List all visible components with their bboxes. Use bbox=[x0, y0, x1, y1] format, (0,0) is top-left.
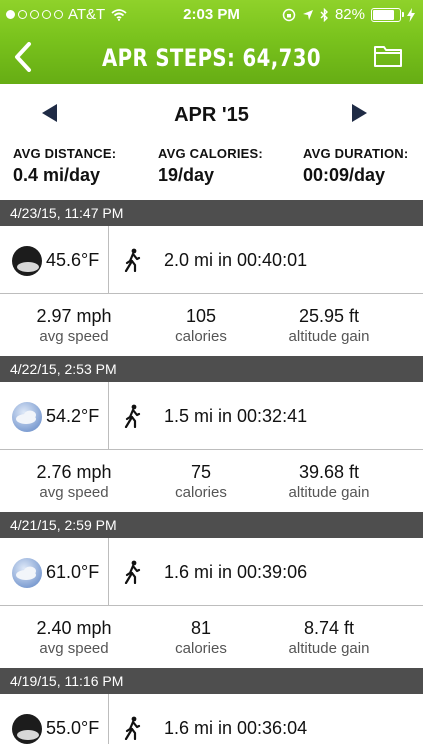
temperature: 55.0°F bbox=[46, 718, 100, 738]
activity-row[interactable]: 54.2°F 1.5 mi in 00:32:41 bbox=[0, 382, 423, 450]
activity-stats: 2.76 mph avg speed 75 calories 39.68 ft … bbox=[0, 450, 423, 512]
altitude-gain-label: altitude gain bbox=[288, 484, 370, 501]
calories-value: 75 bbox=[190, 462, 212, 482]
calories-label: calories bbox=[175, 484, 227, 501]
cloud-icon bbox=[12, 558, 42, 588]
altitude-gain-value: 8.74 ft bbox=[303, 618, 355, 638]
avg-speed-label: avg speed bbox=[39, 484, 109, 501]
avg-duration: AVG DURATION: 00:09/day bbox=[303, 146, 408, 186]
walking-icon bbox=[124, 560, 141, 584]
altitude-gain-value: 25.95 ft bbox=[298, 306, 360, 326]
calories-stat: 81 calories bbox=[131, 618, 271, 657]
row-divider bbox=[108, 382, 109, 450]
avg-speed-label: avg speed bbox=[39, 328, 109, 345]
calories-label: calories bbox=[175, 328, 227, 345]
altitude-gain-stat: 39.68 ft altitude gain bbox=[259, 462, 399, 501]
avg-speed-value: 2.40 mph bbox=[36, 618, 112, 638]
charging-bolt-icon bbox=[407, 7, 415, 22]
battery-fill bbox=[373, 9, 395, 20]
temperature: 54.2°F bbox=[46, 406, 100, 426]
activity-date-header: 4/21/15, 2:59 PM bbox=[0, 512, 423, 538]
avg-speed-stat: 2.97 mph avg speed bbox=[4, 306, 144, 345]
calories-stat: 75 calories bbox=[131, 462, 271, 501]
battery-percent: 82% bbox=[334, 6, 365, 23]
activity-list: 4/23/15, 11:47 PM 45.6°F 2.0 mi in 00:40… bbox=[0, 200, 423, 744]
row-divider bbox=[108, 538, 109, 606]
page-title: APR STEPS: 64,730 bbox=[102, 44, 321, 72]
avg-calories-label: AVG CALORIES: bbox=[158, 146, 263, 161]
activity-date-header: 4/23/15, 11:47 PM bbox=[0, 200, 423, 226]
folder-icon[interactable] bbox=[373, 42, 403, 70]
chevron-left-icon bbox=[15, 42, 31, 72]
activity-summary: 2.0 mi in 00:40:01 bbox=[164, 250, 308, 270]
activity-row[interactable]: 45.6°F 2.0 mi in 00:40:01 bbox=[0, 226, 423, 294]
avg-calories: AVG CALORIES: 19/day bbox=[158, 146, 263, 186]
altitude-gain-label: altitude gain bbox=[288, 640, 370, 657]
bluetooth-icon bbox=[320, 7, 328, 22]
activity-row[interactable]: 55.0°F 1.6 mi in 00:36:04 bbox=[0, 694, 423, 744]
activity-date-header: 4/22/15, 2:53 PM bbox=[0, 356, 423, 382]
month-navigation: APR '15 bbox=[0, 84, 423, 142]
activity-stats: 2.40 mph avg speed 81 calories 8.74 ft a… bbox=[0, 606, 423, 668]
avg-speed-value: 2.97 mph bbox=[36, 306, 112, 326]
avg-speed-value: 2.76 mph bbox=[36, 462, 112, 482]
avg-distance-label: AVG DISTANCE: bbox=[13, 146, 117, 161]
cloud-icon bbox=[12, 402, 42, 432]
next-month-button[interactable] bbox=[352, 104, 367, 122]
calories-value: 105 bbox=[185, 306, 217, 326]
moon-icon bbox=[12, 246, 42, 276]
temperature: 45.6°F bbox=[46, 250, 100, 270]
avg-speed-stat: 2.76 mph avg speed bbox=[4, 462, 144, 501]
activity-summary: 1.6 mi in 00:39:06 bbox=[164, 562, 308, 582]
avg-duration-value: 00:09/day bbox=[303, 165, 386, 185]
rotation-lock-icon bbox=[282, 8, 296, 21]
activity-row[interactable]: 61.0°F 1.6 mi in 00:39:06 bbox=[0, 538, 423, 606]
status-bar: AT&T 2:03 PM 82% bbox=[0, 0, 423, 30]
avg-speed-stat: 2.40 mph avg speed bbox=[4, 618, 144, 657]
altitude-gain-label: altitude gain bbox=[288, 328, 370, 345]
nav-bar: APR STEPS: 64,730 bbox=[0, 30, 423, 84]
moon-icon bbox=[12, 714, 42, 744]
avg-distance: AVG DISTANCE: 0.4 mi/day bbox=[13, 146, 116, 186]
avg-distance-value: 0.4 mi/day bbox=[13, 165, 101, 185]
avg-speed-label: avg speed bbox=[39, 640, 109, 657]
temperature: 61.0°F bbox=[46, 562, 100, 582]
walking-icon bbox=[124, 248, 141, 272]
walking-icon bbox=[124, 404, 141, 428]
walking-icon bbox=[124, 716, 141, 740]
battery-icon bbox=[371, 7, 404, 22]
location-arrow-icon bbox=[302, 9, 313, 20]
status-right: 82% bbox=[282, 6, 415, 23]
averages-summary: AVG DISTANCE: 0.4 mi/day AVG CALORIES: 1… bbox=[0, 146, 423, 200]
avg-duration-label: AVG DURATION: bbox=[303, 146, 409, 161]
calories-stat: 105 calories bbox=[131, 306, 271, 345]
calories-value: 81 bbox=[190, 618, 212, 638]
row-divider bbox=[108, 226, 109, 294]
altitude-gain-stat: 25.95 ft altitude gain bbox=[259, 306, 399, 345]
app-header: AT&T 2:03 PM 82% APR STEPS: 64,730 bbox=[0, 0, 423, 84]
activity-stats: 2.97 mph avg speed 105 calories 25.95 ft… bbox=[0, 294, 423, 356]
altitude-gain-stat: 8.74 ft altitude gain bbox=[259, 618, 399, 657]
avg-calories-value: 19/day bbox=[158, 165, 215, 185]
activity-summary: 1.5 mi in 00:32:41 bbox=[164, 406, 308, 426]
row-divider bbox=[108, 694, 109, 744]
altitude-gain-value: 39.68 ft bbox=[298, 462, 360, 482]
activity-summary: 1.6 mi in 00:36:04 bbox=[164, 718, 308, 738]
back-button[interactable] bbox=[8, 40, 38, 74]
activity-date-header: 4/19/15, 11:16 PM bbox=[0, 668, 423, 694]
calories-label: calories bbox=[175, 640, 227, 657]
